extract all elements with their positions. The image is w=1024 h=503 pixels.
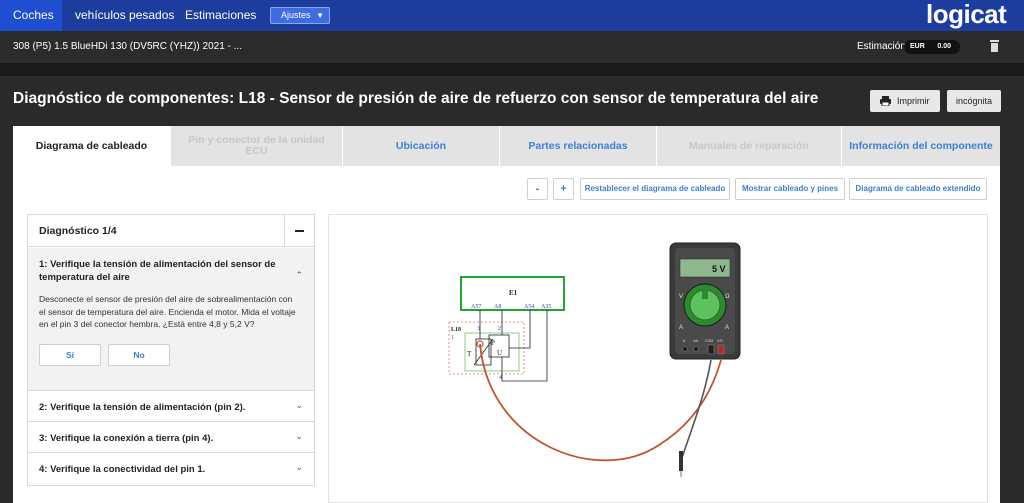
- extended-diagram-button[interactable]: Diagrama de cableado extendido: [849, 178, 987, 200]
- red-probe-lead: [479, 343, 722, 462]
- diagnosis-panel: Diagnóstico 1/4 1: Verifique la tensión …: [27, 214, 315, 486]
- top-nav: Coches vehículos pesados Estimaciones Aj…: [0, 0, 1024, 31]
- port-a: [682, 346, 688, 352]
- vehicle-title[interactable]: 308 (P5) 1.5 BlueHDi 130 (DV5RC (YHZ)) 2…: [13, 31, 242, 63]
- collapse-button[interactable]: [284, 215, 314, 246]
- multimeter-dial-pointer: [702, 289, 708, 299]
- estimate-label: Estimación: [857, 41, 906, 52]
- step-2-title: 2: Verifique la tensión de alimentación …: [39, 402, 246, 413]
- print-label: Imprimir: [897, 96, 930, 106]
- estimate-amount: 0.00: [937, 43, 951, 50]
- step-4-title: 4: Verifique la conectividad del pin 1.: [39, 464, 206, 475]
- sensor-pin-label: 1: [451, 335, 454, 341]
- step-1-title[interactable]: 1: Verifique la tensión de alimentación …: [39, 258, 284, 284]
- tab-ubicacion[interactable]: Ubicación: [342, 126, 499, 166]
- print-icon: [880, 96, 891, 106]
- sensor-symbol: P: [491, 339, 495, 347]
- chevron-down-icon: ⌄: [295, 400, 303, 410]
- sensor-pin-label: 2: [498, 326, 501, 332]
- vehicle-bar: 308 (P5) 1.5 BlueHDi 130 (DV5RC (YHZ)) 2…: [0, 31, 1024, 63]
- port-ma: [693, 346, 699, 352]
- dial-letter: A: [679, 325, 683, 331]
- chevron-up-icon[interactable]: ⌃: [295, 270, 303, 281]
- sensor-label: L18: [451, 327, 461, 333]
- dial-letter: A: [725, 325, 729, 331]
- ecu-pin-label: A35: [541, 304, 551, 310]
- diagnosis-step-4[interactable]: 4: Verifique la conectividad del pin 1. …: [28, 454, 314, 484]
- ecu-pin-label: A57: [471, 304, 481, 310]
- nav-tab-estimaciones[interactable]: Estimaciones: [172, 0, 269, 31]
- tab-manuales-de-reparacion: Manuales de reparación: [656, 126, 841, 166]
- port-label: COM: [705, 339, 713, 343]
- tab-pin-y-conector: Pin y conector de la unidad ECU: [170, 126, 342, 166]
- ecu-pin-label: A8: [494, 304, 501, 310]
- sensor-pin-label: 4: [499, 375, 502, 381]
- port-v-plug: [717, 344, 725, 355]
- incognito-button[interactable]: incógnita: [947, 90, 1001, 112]
- diagnosis-step-2[interactable]: 2: Verifique la tensión de alimentación …: [28, 392, 314, 422]
- page-title: Diagnóstico de componentes: L18 - Sensor…: [13, 90, 819, 107]
- minus-icon: [295, 230, 304, 232]
- ecu-label: E1: [509, 289, 518, 297]
- logo: logicat: [926, 0, 1007, 29]
- step-1-description: Desconecte el sensor de presión del aire…: [39, 294, 296, 329]
- ecu-pin-label: A54: [524, 304, 534, 310]
- wiring-diagram-canvas[interactable]: E1 A57 A8 A54 A35 L18 1 3 2 4 T P U 5 V …: [328, 214, 988, 503]
- chevron-down-icon: ⌄: [295, 462, 303, 472]
- diagnosis-header: Diagnóstico 1/4: [28, 215, 314, 247]
- separator: [0, 63, 1024, 76]
- trash-icon[interactable]: [990, 40, 999, 52]
- no-button[interactable]: No: [108, 344, 170, 366]
- estimate-total-badge[interactable]: EUR 0.00: [904, 40, 960, 54]
- yes-button[interactable]: Sí: [39, 344, 101, 366]
- sensor-symbol: T: [467, 350, 472, 358]
- dial-letter: Ω: [725, 294, 730, 300]
- dial-letter: V: [679, 294, 683, 300]
- component-tabs: Diagrama de cableado Pin y conector de l…: [13, 126, 1000, 166]
- multimeter[interactable]: 5 V V Ω A A A mA COM V/Ω: [669, 242, 741, 360]
- tab-informacion-del-componente[interactable]: Información del componente: [841, 126, 1000, 166]
- zoom-out-button[interactable]: -: [527, 178, 548, 200]
- settings-dropdown[interactable]: Ajustes ▼: [270, 7, 330, 24]
- sensor-symbol: U: [497, 349, 502, 357]
- print-button[interactable]: Imprimir: [870, 90, 940, 112]
- diagnosis-step-1: 1: Verifique la tensión de alimentación …: [28, 248, 314, 391]
- show-wiring-pins-button[interactable]: Mostrar cableado y pines: [735, 178, 845, 200]
- wiring-diagram-svg: E1 A57 A8 A54 A35 L18 1 3 2 4 T P U 5 V …: [448, 242, 741, 477]
- zoom-in-button[interactable]: +: [553, 178, 574, 200]
- black-probe-tip: [679, 451, 683, 471]
- port-label: mA: [693, 339, 699, 343]
- chevron-down-icon: ⌄: [295, 431, 303, 441]
- multimeter-reading: 5 V: [712, 264, 726, 274]
- wire-a54: [509, 310, 531, 349]
- tab-partes-relacionadas[interactable]: Partes relacionadas: [499, 126, 656, 166]
- sensor-pin-label: 3: [477, 326, 480, 332]
- step-3-title: 3: Verifique la conexión a tierra (pin 4…: [39, 433, 214, 444]
- currency-label: EUR: [910, 43, 925, 50]
- nav-tab-vehiculos-pesados[interactable]: vehículos pesados: [62, 0, 187, 31]
- diagnosis-step-3[interactable]: 3: Verifique la conexión a tierra (pin 4…: [28, 423, 314, 453]
- page: Diagnóstico de componentes: L18 - Sensor…: [0, 76, 1024, 503]
- port-com-plug: [707, 344, 715, 355]
- reset-diagram-button[interactable]: Restablecer el diagrama de cableado: [580, 178, 730, 200]
- nav-tab-coches[interactable]: Coches: [0, 0, 62, 31]
- chevron-down-icon: ▼: [316, 11, 324, 20]
- port-label: V/Ω: [717, 339, 723, 343]
- tab-diagrama-de-cableado[interactable]: Diagrama de cableado: [13, 126, 170, 166]
- diagnosis-title: Diagnóstico 1/4: [39, 225, 117, 237]
- settings-label: Ajustes: [281, 10, 311, 20]
